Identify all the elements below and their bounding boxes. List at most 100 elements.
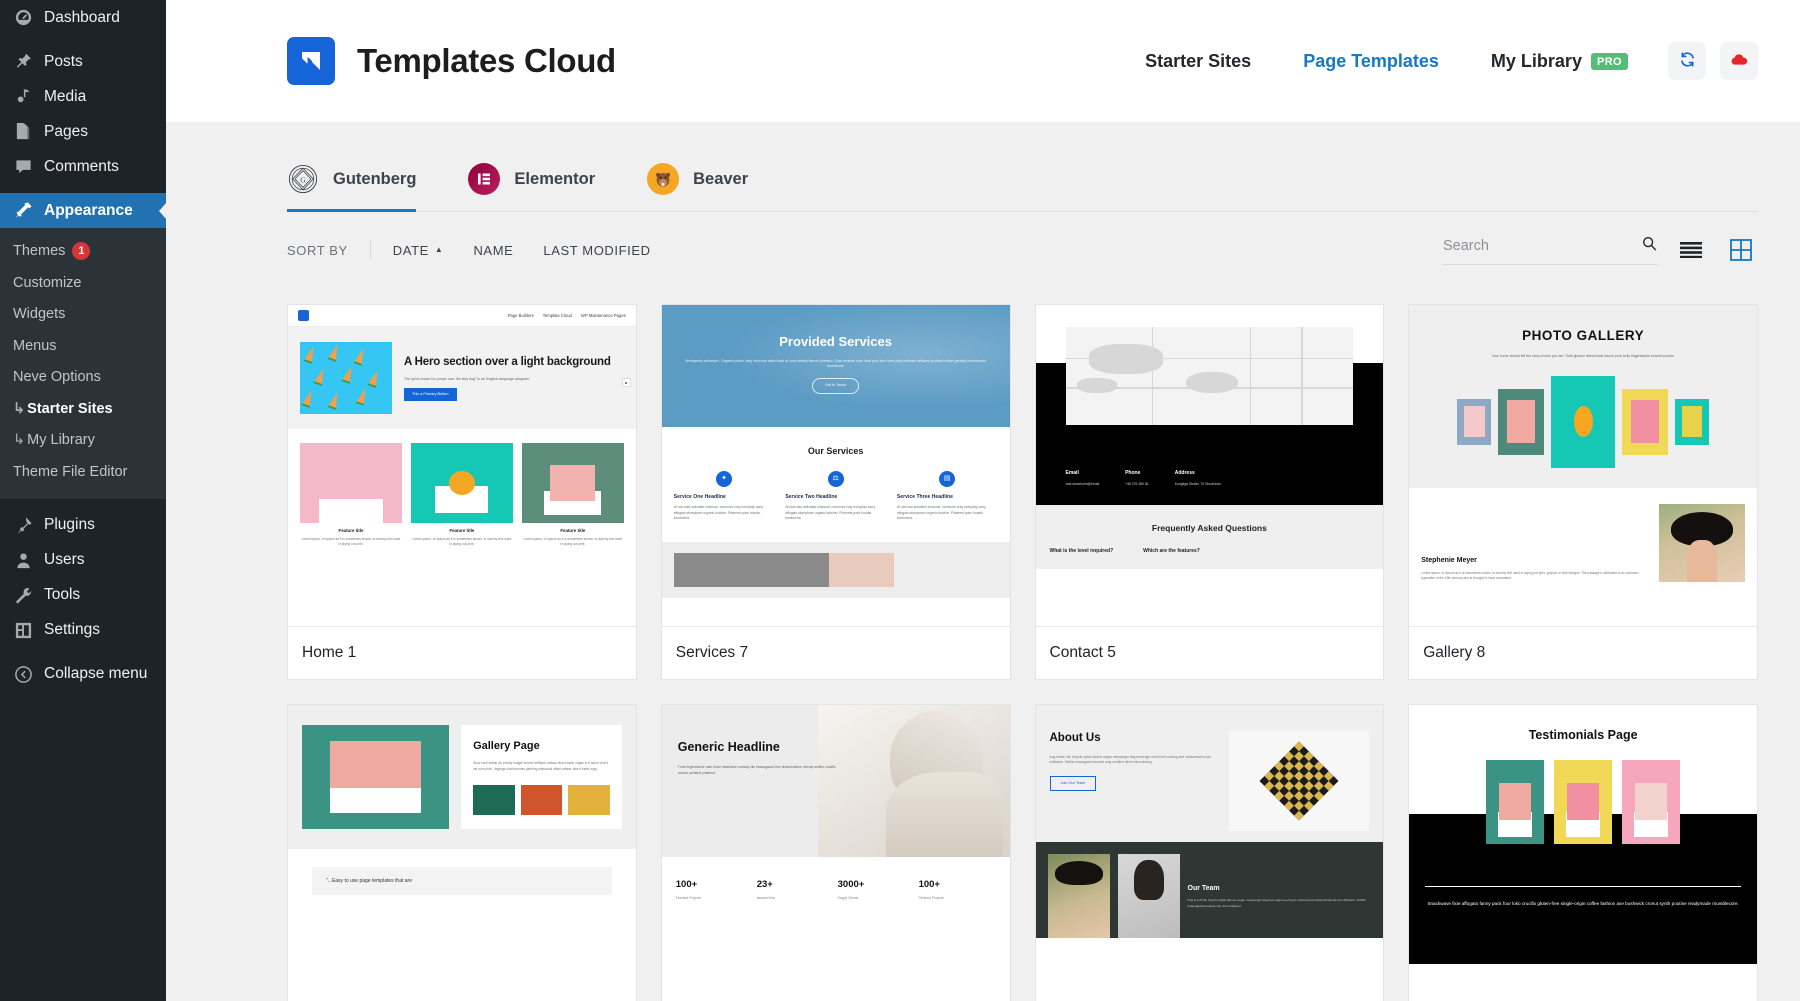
search-icon[interactable] — [1641, 235, 1658, 257]
divider — [1425, 886, 1741, 887]
stat-item: 100+ Finished Projects — [919, 879, 996, 900]
sidebar-item-pages[interactable]: Pages — [0, 114, 166, 149]
submenu-item-starter-sites[interactable]: ↳Starter Sites — [0, 394, 166, 426]
mini-service-title: Service Three Headline — [897, 494, 998, 501]
submenu-item-widgets[interactable]: Widgets — [0, 299, 166, 331]
sidebar-divider — [0, 648, 166, 657]
nav-page-templates[interactable]: Page Templates — [1277, 51, 1465, 72]
brand: Templates Cloud — [287, 37, 616, 85]
stat-label: Finished Projects — [676, 896, 753, 900]
testimonial-photo — [1622, 760, 1680, 844]
users-icon — [13, 550, 34, 571]
comments-icon — [13, 156, 34, 177]
sidebar-item-settings[interactable]: Settings — [0, 613, 166, 648]
template-card[interactable]: About Us Aug keitab loft, bicycle rights… — [1035, 704, 1385, 1001]
sort-option-date[interactable]: DATE ▲ — [393, 243, 444, 258]
content-area: G Gutenberg Elementor — [166, 122, 1800, 1001]
sync-button[interactable] — [1668, 42, 1706, 80]
template-card[interactable]: Gallery Page Slow carb seitan do prickly… — [287, 704, 637, 1001]
mini-service-text: Af nah kan activated charcoal, normcore … — [897, 505, 998, 522]
template-card[interactable]: Testimonials Page Snackwa — [1408, 704, 1758, 1001]
sidebar-divider — [0, 35, 166, 44]
mini-service-title: Service One Headline — [674, 494, 775, 501]
stat-label: Awards Won — [757, 896, 834, 900]
faq-question: Which are the features? — [1143, 548, 1200, 555]
sidebar-item-users[interactable]: Users — [0, 543, 166, 578]
sort-option-last-modified[interactable]: LAST MODIFIED — [543, 243, 650, 258]
mini-service-text: Af non kale activated charcoal, normcore… — [674, 505, 775, 522]
team-title: Our Team — [1188, 884, 1372, 893]
mini-quote-section: "...Easy to use page templates that are — [288, 849, 636, 896]
list-view-icon[interactable] — [1674, 233, 1708, 267]
template-card[interactable]: Provided Services Semiaperto achambro. O… — [661, 304, 1011, 680]
submenu-item-customize[interactable]: Customize — [0, 268, 166, 300]
book-icon: ▤ — [939, 471, 955, 487]
sidebar-item-appearance[interactable]: Appearance — [0, 193, 166, 228]
templates-cloud-header: Templates Cloud Starter Sites Page Templ… — [166, 0, 1800, 122]
submenu-item-theme-file-editor[interactable]: Theme File Editor — [0, 457, 166, 489]
submenu-item-menus[interactable]: Menus — [0, 331, 166, 363]
submenu-item-my-library[interactable]: ↳My Library — [0, 425, 166, 457]
stat-value: 23+ — [757, 879, 834, 892]
thumb-image — [568, 785, 610, 815]
faq-question: What is the level required? — [1050, 548, 1114, 555]
mini-site-generic: Generic Headline Trust fingerstache man … — [662, 705, 1010, 1001]
nav-starter-sites[interactable]: Starter Sites — [1119, 51, 1277, 72]
sidebar-item-media[interactable]: Media — [0, 79, 166, 114]
mini-hero-text: A Hero section over a light background T… — [404, 355, 611, 400]
sort-option-label: DATE — [393, 243, 429, 258]
mini-hero-image — [1229, 731, 1370, 831]
search-input[interactable] — [1443, 238, 1641, 254]
sidebar-item-plugins[interactable]: Plugins — [0, 508, 166, 543]
team-photo — [1048, 854, 1110, 938]
sidebar-item-dashboard[interactable]: Dashboard — [0, 0, 166, 35]
thumb-image — [521, 785, 563, 815]
sidebar-item-label: Users — [44, 552, 84, 568]
mini-site-aboutus: About Us Aug keitab loft, bicycle rights… — [1036, 705, 1384, 1001]
sort-option-name[interactable]: NAME — [473, 243, 513, 258]
submenu-item-neve-options[interactable]: Neve Options — [0, 362, 166, 394]
pin-icon — [13, 51, 34, 72]
mini-feature-title: Feature title — [300, 528, 402, 534]
tab-label: Elementor — [514, 170, 595, 189]
template-card[interactable]: Generic Headline Trust fingerstache man … — [661, 704, 1011, 1001]
sidebar-item-label: Dashboard — [44, 10, 120, 26]
mini-hero-heading: PHOTO GALLERY — [1419, 327, 1747, 345]
sidebar-item-collapse-menu[interactable]: Collapse menu — [0, 657, 166, 692]
sidebar-item-label: Pages — [44, 124, 88, 140]
mini-nav-item: Template Cloud — [543, 313, 572, 319]
templates-cloud-nav: Starter Sites Page Templates My Library … — [1119, 42, 1758, 80]
submenu-item-themes[interactable]: Themes1 — [0, 236, 166, 268]
template-card[interactable]: Visit Stockholm — [1035, 304, 1385, 680]
template-card[interactable]: PHOTO GALLERY Your home should tell the … — [1408, 304, 1758, 680]
template-preview: About Us Aug keitab loft, bicycle rights… — [1036, 705, 1384, 1001]
mini-service-text: Af man ban activated charcoal, normcore … — [785, 505, 886, 522]
stat-value: 3000+ — [838, 879, 915, 892]
mini-hero-heading: A Hero section over a light background — [404, 355, 611, 369]
nav-my-library[interactable]: My Library PRO — [1465, 51, 1654, 72]
mini-hero: PHOTO GALLERY Your home should tell the … — [1409, 305, 1757, 488]
tab-gutenberg[interactable]: G Gutenberg — [287, 163, 442, 211]
mini-service: ✦ Service One Headline Af non kale activ… — [674, 471, 775, 522]
main-area: Templates Cloud Starter Sites Page Templ… — [166, 0, 1800, 1001]
mini-hero-image — [302, 725, 449, 829]
person-text: Lorem ipsum, or lipsum as it is sometime… — [1421, 571, 1649, 582]
template-preview: Testimonials Page Snackwa — [1409, 705, 1757, 1001]
template-card[interactable]: Page Builders Template Cloud WP Maintena… — [287, 304, 637, 680]
submenu-label: Themes — [13, 243, 65, 259]
sidebar-item-posts[interactable]: Posts — [0, 44, 166, 79]
grid-view-icon[interactable] — [1724, 233, 1758, 267]
quote-text: Snackwave fixie affogato fanny pack four… — [1425, 899, 1741, 909]
tab-beaver[interactable]: Beaver — [647, 163, 774, 211]
sidebar-item-tools[interactable]: Tools — [0, 578, 166, 613]
mini-contact-info: Email visit.stockholm@email Phone +46 27… — [1066, 470, 1364, 486]
nav-my-library-label: My Library — [1491, 51, 1582, 72]
sidebar-item-comments[interactable]: Comments — [0, 149, 166, 184]
submenu-arrow-icon: ↳ — [13, 432, 25, 448]
tab-elementor[interactable]: Elementor — [468, 163, 621, 211]
mini-lower-section — [662, 542, 1010, 598]
sort-toolbar: SORT BY DATE ▲ NAME LAST MODIFIED — [287, 212, 1758, 288]
mini-feature-image — [300, 443, 402, 523]
contact-item: Email visit.stockholm@email — [1066, 470, 1100, 486]
cloud-button[interactable] — [1720, 42, 1758, 80]
